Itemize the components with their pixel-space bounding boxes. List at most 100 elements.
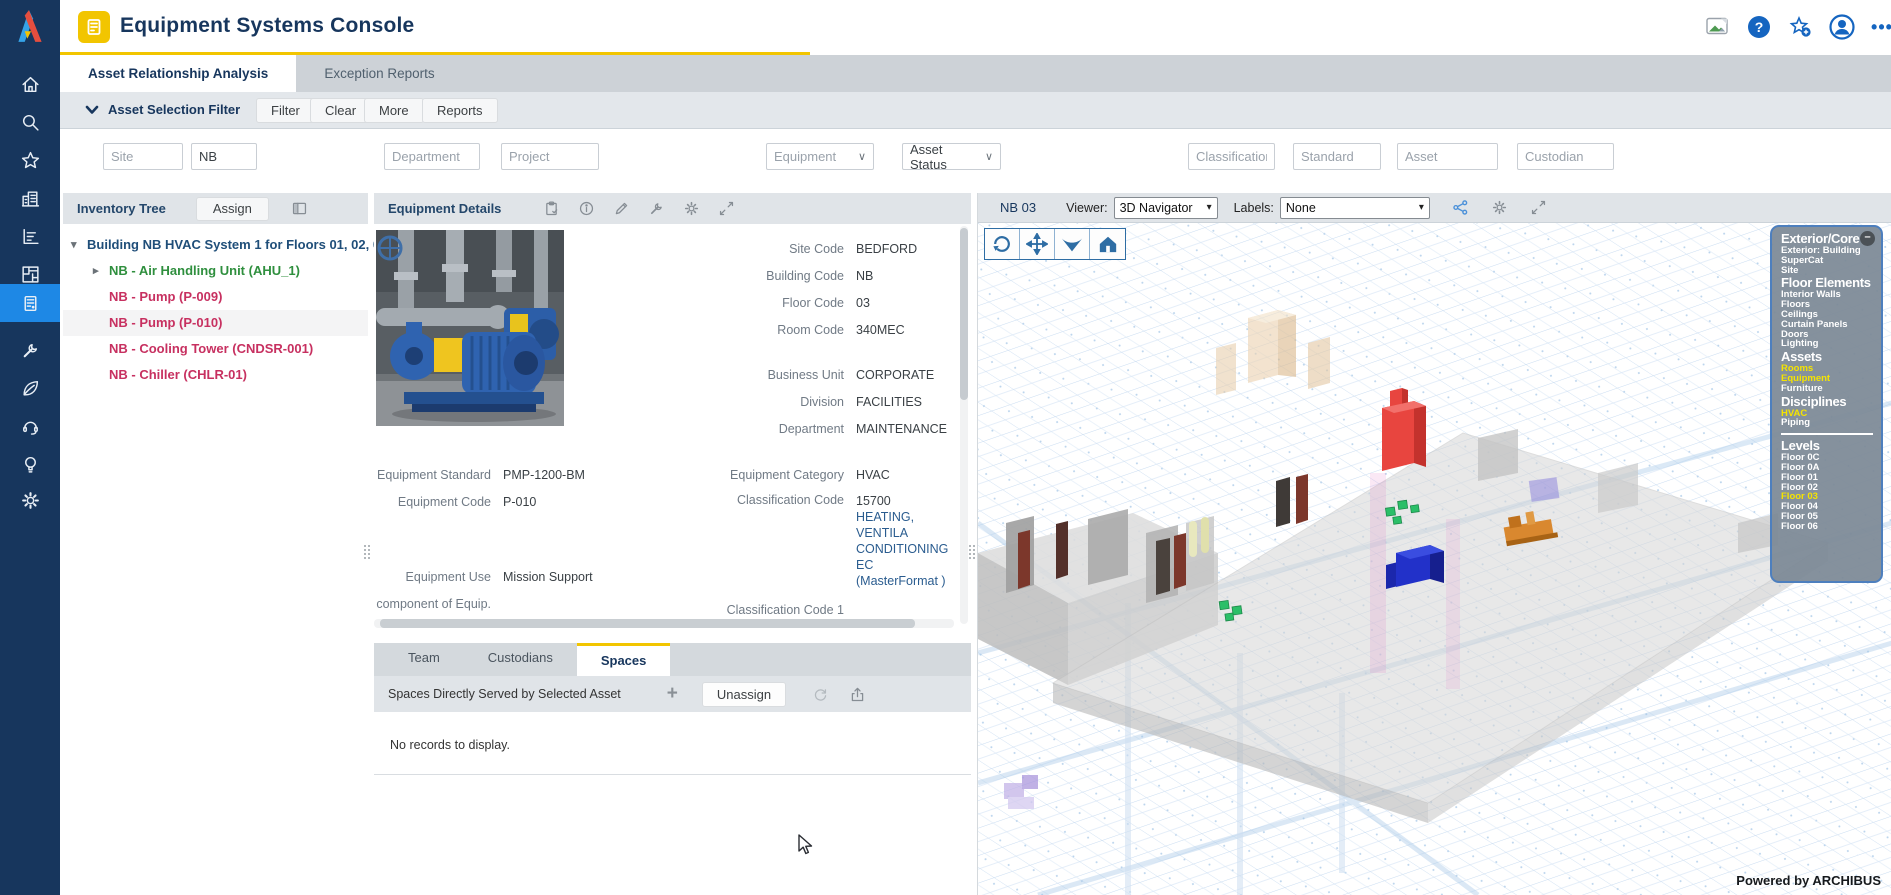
field-row: Site CodeBEDFORD	[574, 235, 964, 262]
viewer-legend: – Exterior/Core Exterior: Building Super…	[1770, 225, 1883, 583]
labels-select[interactable]: None▾	[1280, 197, 1430, 219]
gear-icon	[20, 490, 41, 511]
3d-model-view[interactable]	[978, 223, 1891, 895]
sidebar-item-home[interactable]	[0, 65, 60, 103]
tree-item-pump-009[interactable]: NB - Pump (P-009)	[63, 284, 368, 310]
field-row: DivisionFACILITIES	[574, 388, 964, 415]
custodian-filter-input[interactable]	[1517, 143, 1614, 170]
chevron-down-icon: ▾	[1207, 202, 1212, 213]
legend-header: Disciplines	[1781, 394, 1881, 409]
tree-expand-icon[interactable]: ▾	[71, 232, 77, 258]
sidebar-item-settings[interactable]	[0, 481, 60, 519]
equipment-systems-console: Equipment Systems Console ? ••• Asset Re…	[0, 0, 1891, 895]
pan-button[interactable]	[1020, 229, 1055, 259]
tab-spaces[interactable]: Spaces	[577, 643, 671, 676]
clear-button[interactable]: Clear	[310, 98, 371, 123]
empty-records-text: No records to display.	[390, 738, 971, 752]
chevron-down-icon: ∨	[858, 150, 866, 163]
sidebar-item-equipment[interactable]	[0, 284, 60, 322]
equipment-select[interactable]: Equipment∨	[766, 143, 874, 170]
sidebar-item-reports[interactable]	[0, 217, 60, 255]
wrench-icon	[20, 340, 41, 361]
legend-item[interactable]: Piping	[1781, 418, 1881, 428]
tree-item-pump-010[interactable]: NB - Pump (P-010)	[63, 310, 368, 336]
asset-selection-filter-bar: Asset Selection Filter Filter Clear More…	[60, 92, 1891, 129]
add-favorite-button[interactable]	[1786, 13, 1814, 41]
spaces-toolbar-title: Spaces Directly Served by Selected Asset	[388, 687, 621, 701]
look-down-button[interactable]	[1055, 229, 1090, 259]
floor-plan-icon	[20, 264, 41, 285]
panel-resize-handle[interactable]	[969, 545, 977, 571]
more-menu-button[interactable]: •••	[1868, 13, 1891, 41]
legend-item[interactable]: Furniture	[1781, 384, 1881, 394]
rotate-button[interactable]	[985, 229, 1020, 259]
share-view-button[interactable]	[1452, 199, 1469, 216]
panel-resize-handle[interactable]	[364, 545, 372, 571]
labels-label: Labels:	[1234, 201, 1274, 215]
building-filter-input[interactable]	[191, 143, 257, 170]
legend-item[interactable]: Floor 06	[1781, 522, 1881, 532]
tab-custodians[interactable]: Custodians	[464, 643, 577, 676]
sidebar-item-ideas[interactable]	[0, 445, 60, 483]
sidebar-item-maintenance[interactable]	[0, 331, 60, 369]
sidebar-item-sustainability[interactable]	[0, 369, 60, 407]
tab-exception-reports[interactable]: Exception Reports	[296, 55, 462, 92]
gear-icon[interactable]	[683, 200, 700, 217]
more-button[interactable]: More	[364, 98, 424, 123]
equipment-details-panel: Equipment Details	[374, 193, 971, 630]
tree-item-cooling-tower[interactable]: NB - Cooling Tower (CNDSR-001)	[63, 336, 368, 362]
help-button[interactable]: ?	[1745, 13, 1773, 41]
classification-filter-input[interactable]	[1188, 143, 1275, 170]
clipboard-icon[interactable]	[543, 200, 560, 217]
info-icon[interactable]	[578, 200, 595, 217]
tree-item-ahu[interactable]: ▸ NB - Air Handling Unit (AHU_1)	[63, 258, 368, 284]
chevron-down-icon[interactable]	[84, 103, 100, 117]
project-filter-input[interactable]	[501, 143, 599, 170]
site-filter-input[interactable]	[103, 143, 183, 170]
search-icon	[20, 112, 41, 133]
asset-filter-input[interactable]	[1397, 143, 1498, 170]
unassign-button[interactable]: Unassign	[702, 682, 786, 707]
viewer-settings-button[interactable]	[1491, 199, 1508, 216]
tree-item-building[interactable]: ▾ Building NB HVAC System 1 for Floors 0…	[63, 232, 368, 258]
tab-team[interactable]: Team	[384, 643, 464, 676]
sidebar-item-favorites[interactable]	[0, 141, 60, 179]
profile-button[interactable]	[1828, 13, 1856, 41]
legend-item[interactable]: Site	[1781, 266, 1881, 276]
tab-asset-relationship-analysis[interactable]: Asset Relationship Analysis	[60, 55, 296, 92]
standard-filter-input[interactable]	[1293, 143, 1381, 170]
reports-button[interactable]: Reports	[422, 98, 498, 123]
add-icon[interactable]: +	[667, 683, 678, 705]
screenshot-button[interactable]	[1704, 13, 1732, 41]
viewer-select[interactable]: 3D Navigator▾	[1114, 197, 1218, 219]
asset-status-select[interactable]: Asset Status∨	[902, 143, 1001, 170]
equipment-details-title: Equipment Details	[388, 201, 501, 216]
legend-item[interactable]: Lighting	[1781, 339, 1881, 349]
refresh-icon[interactable]	[812, 686, 829, 703]
viewer-expand-button[interactable]	[1530, 199, 1547, 216]
export-icon[interactable]	[849, 686, 866, 703]
field-row: Floor Code03	[574, 289, 964, 316]
expand-icon[interactable]	[718, 200, 735, 217]
edit-pencil-icon[interactable]	[613, 200, 630, 217]
wrench-icon[interactable]	[648, 200, 665, 217]
sidebar-item-support[interactable]	[0, 407, 60, 445]
department-filter-input[interactable]	[384, 143, 480, 170]
filter-button[interactable]: Filter	[256, 98, 315, 123]
home-view-button[interactable]	[1090, 229, 1125, 259]
assign-button[interactable]: Assign	[196, 197, 269, 221]
viewer-label: Viewer:	[1066, 201, 1107, 215]
help-icon: ?	[1748, 16, 1770, 38]
tree-collapsed-icon[interactable]: ▸	[93, 258, 99, 284]
vertical-scrollbar[interactable]	[960, 226, 968, 624]
chevron-down-icon: ▾	[1419, 202, 1424, 213]
horizontal-scrollbar[interactable]	[374, 619, 954, 628]
sidebar-item-buildings[interactable]	[0, 179, 60, 217]
inventory-tree-panel: Inventory Tree Assign ▾ Building NB HVAC…	[63, 193, 368, 895]
sidebar-item-search[interactable]	[0, 103, 60, 141]
headset-icon	[20, 416, 41, 437]
tree-item-chiller[interactable]: NB - Chiller (CHLR-01)	[63, 362, 368, 388]
divider	[374, 774, 971, 775]
legend-collapse-button[interactable]: –	[1860, 231, 1875, 246]
columns-icon[interactable]	[291, 200, 308, 217]
